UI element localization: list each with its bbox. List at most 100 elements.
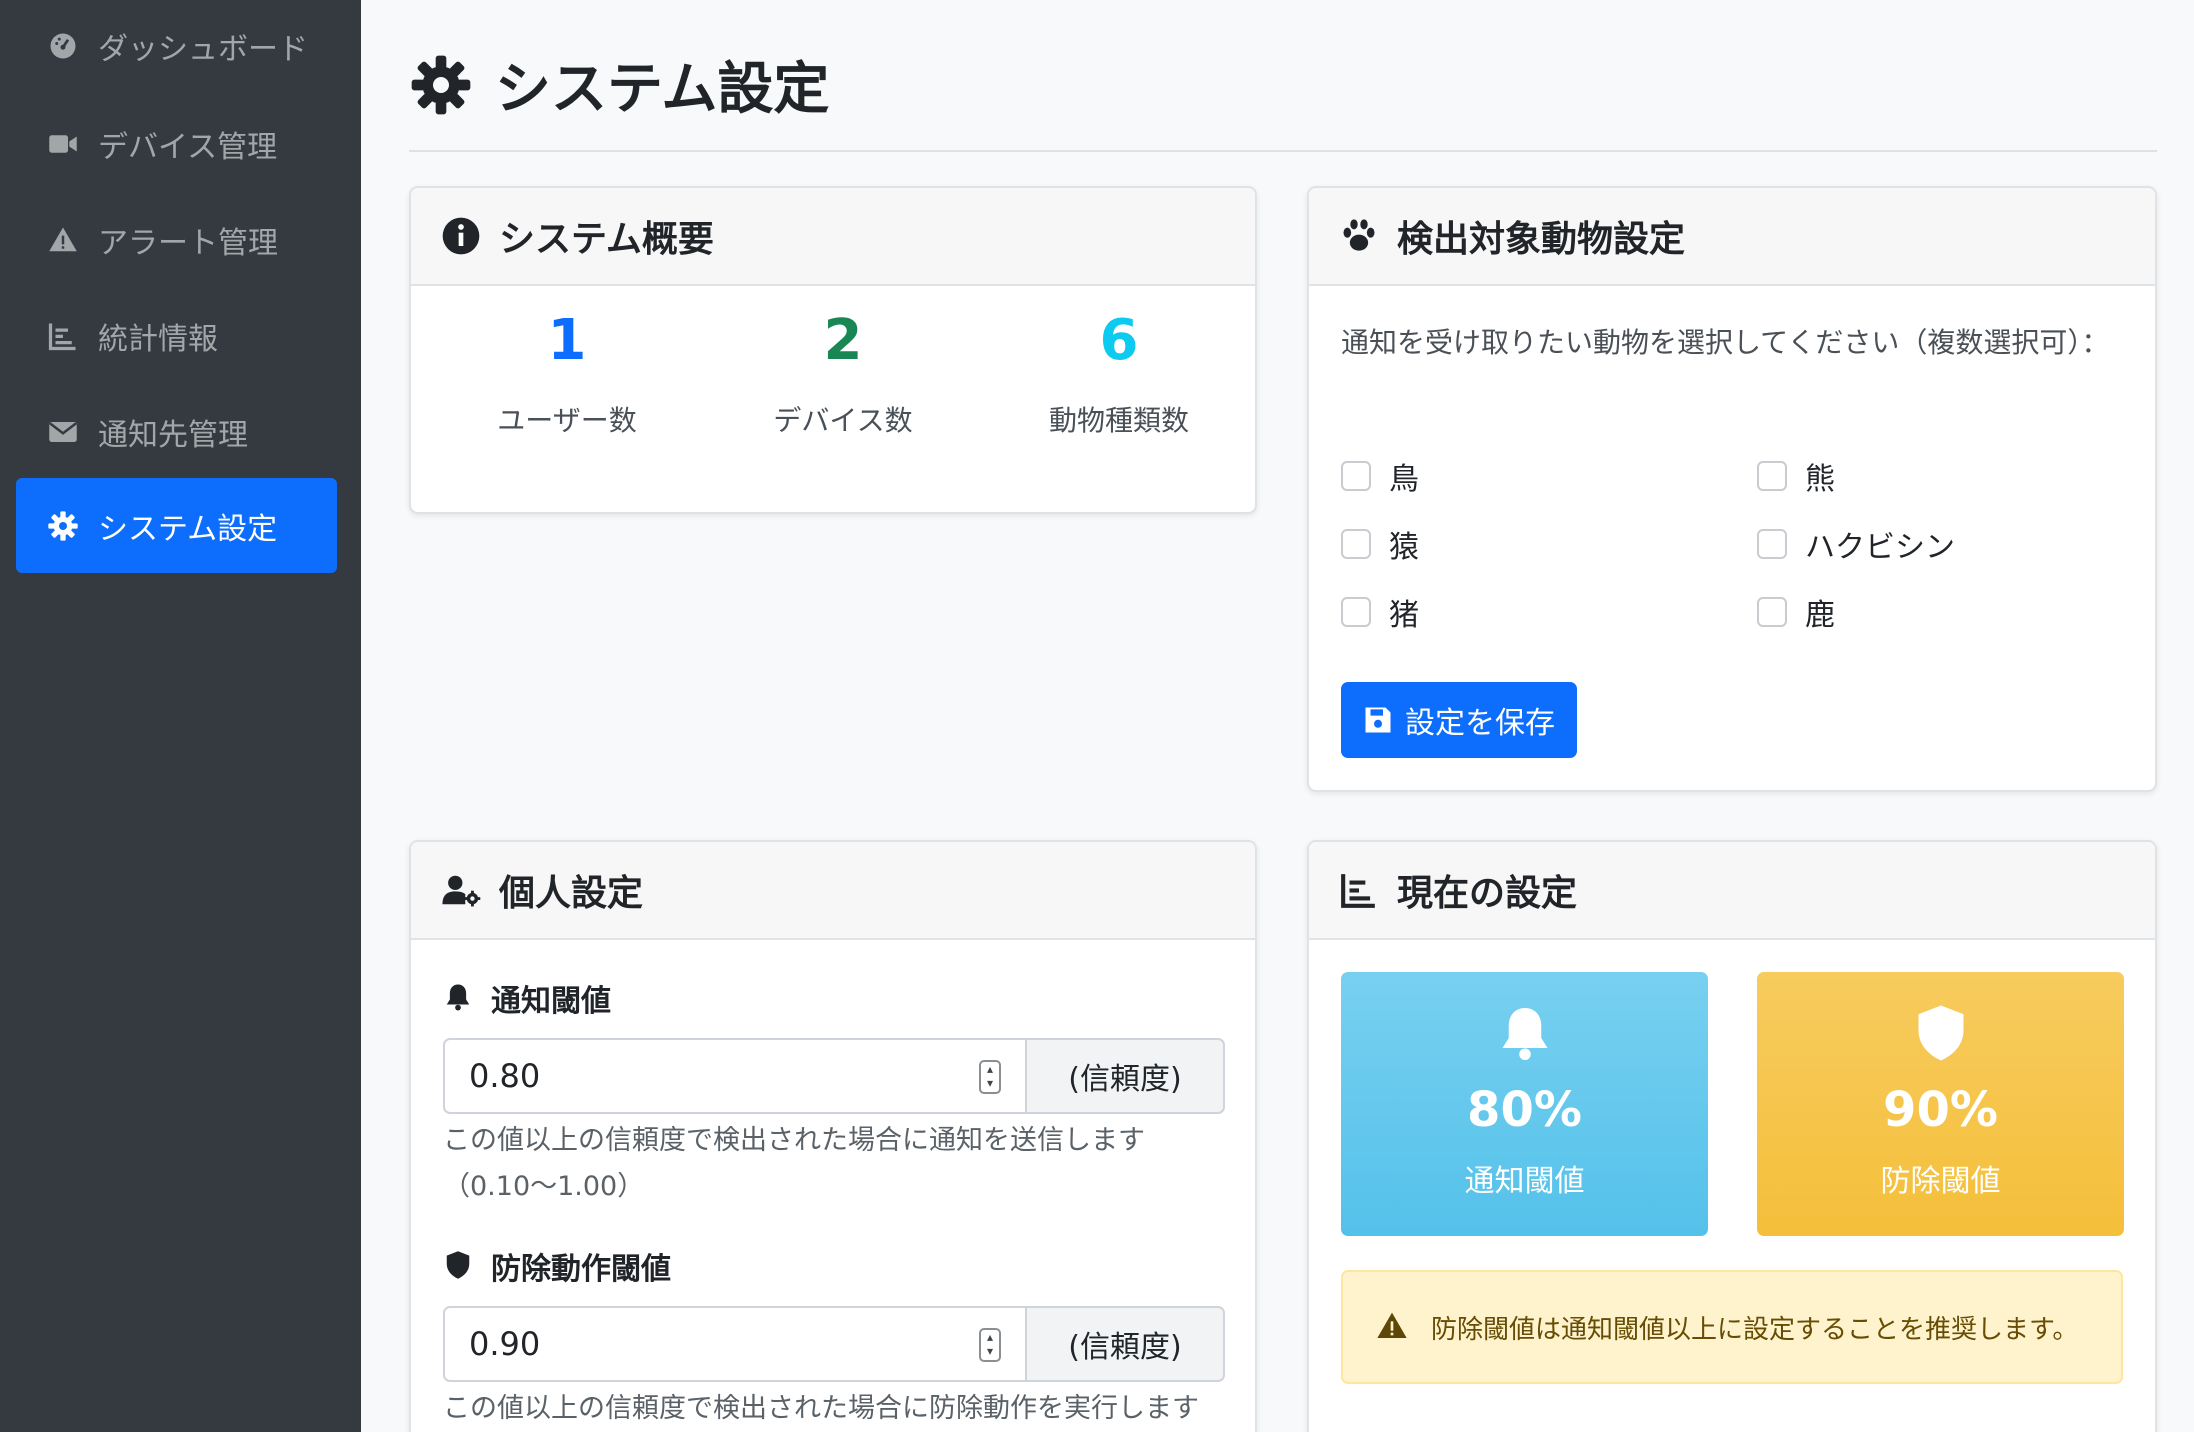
- sidebar-item-label: ダッシュボード: [98, 32, 308, 67]
- stat-value: 2: [823, 308, 863, 373]
- card-title: 個人設定: [499, 873, 644, 914]
- bar-chart-icon: [46, 319, 80, 353]
- sidebar: ダッシュボード デバイス管理 アラート管理 統計情報 通知先管理 システム設定: [0, 0, 361, 1432]
- input-value: 0.90: [469, 1325, 541, 1363]
- defense-threshold-group: 0.90 ▴ ▾ (信頼度): [443, 1306, 1225, 1382]
- sidebar-item-label: アラート管理: [98, 225, 278, 261]
- tile-value: 80%: [1467, 1082, 1582, 1138]
- stat-users: 1 ユーザー数: [429, 308, 705, 439]
- defense-threshold-label: 防除動作閾値: [443, 1244, 671, 1288]
- instruction-text: 通知を受け取りたい動物を選択してください（複数選択可）：: [1341, 326, 2110, 359]
- defense-threshold-tile: 90% 防除閾値: [1757, 972, 2124, 1236]
- card-title: システム概要: [499, 219, 714, 260]
- warning-icon: [46, 223, 80, 257]
- stat-devices: 2 デバイス数: [705, 308, 981, 439]
- tile-label: 防除閾値: [1880, 1164, 2001, 1199]
- paw-icon: [1339, 216, 1379, 256]
- defense-help-text: この値以上の信頼度で検出された場合に防除動作を実行します: [443, 1393, 1199, 1424]
- checkbox-box[interactable]: [1341, 597, 1371, 627]
- checkbox-label: 猿: [1389, 530, 1419, 565]
- checkbox-deer[interactable]: 鹿: [1757, 590, 1835, 634]
- recommendation-alert: 防除閾値は通知閾値以上に設定することを推奨します。: [1341, 1270, 2123, 1384]
- checkbox-monkey[interactable]: 猿: [1341, 522, 1419, 566]
- sidebar-item-notify-targets[interactable]: 通知先管理: [16, 384, 337, 479]
- card-header: 現在の設定: [1309, 842, 2155, 940]
- gear-icon: [409, 53, 473, 117]
- notify-threshold-label: 通知閾値: [443, 976, 611, 1020]
- checkbox-box[interactable]: [1757, 597, 1787, 627]
- stat-label: ユーザー数: [497, 404, 637, 437]
- sidebar-item-devices[interactable]: デバイス管理: [16, 96, 337, 191]
- sidebar-item-label: 通知先管理: [98, 417, 248, 453]
- checkbox-box[interactable]: [1341, 529, 1371, 559]
- bell-icon: [1495, 1002, 1555, 1064]
- sidebar-item-dashboard[interactable]: ダッシュボード: [16, 0, 337, 92]
- tile-label: 通知閾値: [1464, 1164, 1585, 1199]
- checkbox-box[interactable]: [1757, 461, 1787, 491]
- checkbox-label: ハクビシン: [1805, 530, 1955, 565]
- save-settings-button[interactable]: 設定を保存: [1341, 682, 1577, 758]
- input-unit-addon: (信頼度): [1027, 1038, 1225, 1114]
- stat-animals: 6 動物種類数: [981, 308, 1255, 439]
- bell-icon: [443, 982, 475, 1014]
- sidebar-item-alerts[interactable]: アラート管理: [16, 192, 337, 287]
- checkbox-bird[interactable]: 鳥: [1341, 454, 1419, 498]
- page-title-text: システム設定: [495, 57, 830, 122]
- stat-label: デバイス数: [773, 404, 913, 437]
- sidebar-item-label: 統計情報: [98, 321, 218, 357]
- checkbox-box[interactable]: [1341, 461, 1371, 491]
- save-button-label: 設定を保存: [1405, 706, 1555, 741]
- sidebar-item-label: システム設定: [98, 511, 278, 547]
- system-overview-card: システム概要 1 ユーザー数 2 デバイス数 6 動物種類数: [409, 186, 1257, 514]
- card-header: 個人設定: [411, 842, 1255, 940]
- field-label-text: 防除動作閾値: [491, 1252, 671, 1287]
- number-spinner[interactable]: ▴ ▾: [979, 1328, 1001, 1362]
- card-title: 現在の設定: [1397, 873, 1578, 914]
- field-label-text: 通知閾値: [491, 984, 611, 1019]
- notify-help-text: この値以上の信頼度で検出された場合に通知を送信します（0.10〜1.00）: [443, 1125, 1145, 1202]
- page-title: システム設定: [409, 44, 829, 125]
- shield-icon: [1911, 1002, 1971, 1064]
- checkbox-label: 鹿: [1805, 598, 1835, 633]
- card-header: 検出対象動物設定: [1309, 188, 2155, 286]
- video-camera-icon: [46, 127, 80, 161]
- bar-chart-icon: [1339, 870, 1379, 910]
- shield-icon: [443, 1250, 475, 1282]
- checkbox-label: 熊: [1805, 462, 1835, 497]
- floppy-disk-icon: [1363, 705, 1393, 735]
- stat-value: 1: [547, 308, 587, 373]
- number-spinner[interactable]: ▴ ▾: [979, 1060, 1001, 1094]
- checkbox-bear[interactable]: 熊: [1757, 454, 1835, 498]
- checkbox-boar[interactable]: 猪: [1341, 590, 1419, 634]
- card-header: システム概要: [411, 188, 1255, 286]
- checkbox-civet[interactable]: ハクビシン: [1757, 522, 1955, 566]
- gauge-icon: [46, 29, 80, 63]
- info-icon: [441, 216, 481, 256]
- sidebar-item-label: デバイス管理: [98, 129, 278, 165]
- warning-icon: [1375, 1310, 1409, 1344]
- checkbox-box[interactable]: [1757, 529, 1787, 559]
- notify-threshold-group: 0.80 ▴ ▾ (信頼度): [443, 1038, 1225, 1114]
- notify-threshold-tile: 80% 通知閾値: [1341, 972, 1708, 1236]
- animal-settings-card: 検出対象動物設定 通知を受け取りたい動物を選択してください（複数選択可）： 鳥 …: [1307, 186, 2157, 792]
- current-settings-card: 現在の設定 80% 通知閾値 90% 防除閾値 防除閾値は通知閾値以上に設定する…: [1307, 840, 2157, 1432]
- card-title: 検出対象動物設定: [1397, 219, 1686, 260]
- stat-value: 6: [1099, 308, 1139, 373]
- defense-threshold-input[interactable]: 0.90 ▴ ▾: [443, 1306, 1027, 1382]
- checkbox-label: 猪: [1389, 598, 1419, 633]
- sidebar-item-system-settings[interactable]: システム設定: [16, 478, 337, 573]
- sidebar-item-stats[interactable]: 統計情報: [16, 288, 337, 383]
- main-content: システム設定 システム概要 1 ユーザー数 2 デバイス数 6 動物種類数 検出…: [361, 0, 2194, 1432]
- envelope-icon: [46, 415, 80, 449]
- notify-threshold-input[interactable]: 0.80 ▴ ▾: [443, 1038, 1027, 1114]
- gear-icon: [46, 509, 80, 543]
- checkbox-label: 鳥: [1389, 462, 1419, 497]
- input-value: 0.80: [469, 1057, 541, 1095]
- personal-settings-card: 個人設定 通知閾値 0.80 ▴ ▾ (信頼度) この値以上の信頼度で検出された場…: [409, 840, 1257, 1432]
- user-gear-icon: [441, 870, 481, 910]
- stat-label: 動物種類数: [1048, 404, 1189, 437]
- input-unit-addon: (信頼度): [1027, 1306, 1225, 1382]
- tile-value: 90%: [1883, 1082, 1998, 1138]
- divider: [409, 150, 2157, 152]
- alert-text: 防除閾値は通知閾値以上に設定することを推奨します。: [1431, 1314, 2079, 1345]
